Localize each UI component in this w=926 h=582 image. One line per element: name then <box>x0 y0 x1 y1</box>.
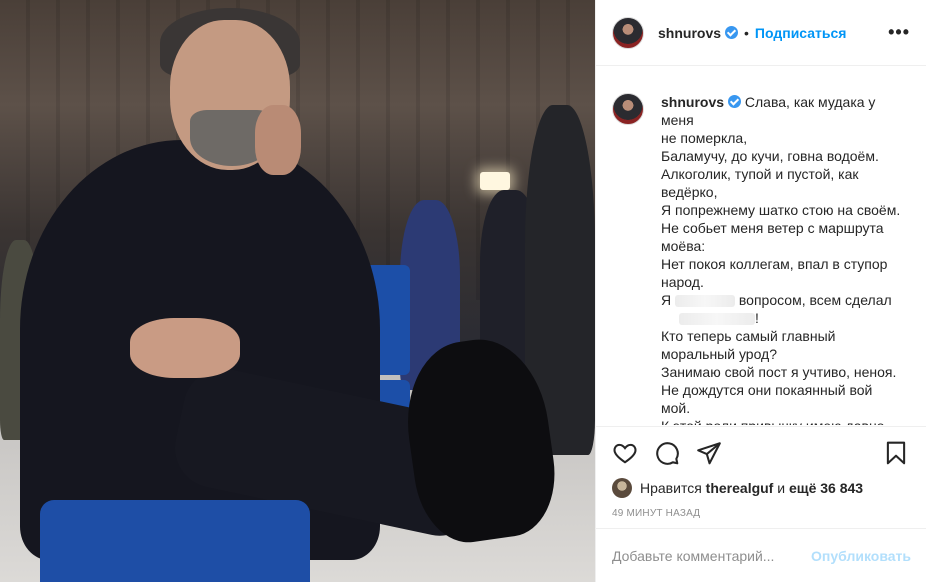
caption-line: К этой роли привычку имею давно <box>661 417 911 425</box>
publish-button[interactable]: Опубликовать <box>811 548 911 564</box>
bookmark-icon[interactable] <box>883 440 911 468</box>
photo-light <box>480 172 510 190</box>
comment-input[interactable]: Добавьте комментарий... <box>612 548 774 564</box>
comment-bar: Добавьте комментарий... Опубликовать <box>596 528 926 582</box>
photo-person-hand <box>130 318 240 378</box>
caption-line-text: вопросом, всем сделал <box>738 292 892 308</box>
caption-line: моёва: <box>661 238 706 254</box>
liker-username[interactable]: therealguf <box>706 480 774 496</box>
caption-line: shnurovs Слава, как мудака у меня <box>661 93 911 129</box>
caption-line: Я попрежнему шатко стою на своём. <box>661 202 901 218</box>
likes-mid: и <box>777 480 786 496</box>
caption-line-text: ! <box>755 310 759 326</box>
caption-text: shnurovs Слава, как мудака у меня не пом… <box>661 93 911 425</box>
caption-line: Я вопросом, всем сделал <box>661 291 911 309</box>
caption-line-text: Я <box>661 292 672 308</box>
verified-badge-icon <box>725 26 739 39</box>
avatar[interactable] <box>612 93 644 125</box>
liker-avatar[interactable] <box>612 478 632 498</box>
censored-blur <box>675 295 736 308</box>
caption-line: ведёрко, <box>661 184 718 200</box>
comment-icon[interactable] <box>654 440 682 468</box>
more-icon[interactable]: ••• <box>888 22 910 43</box>
censored-blur <box>679 313 755 326</box>
caption-line: мой. <box>661 400 691 416</box>
caption-line: Баламучу, до кучи, говна водоём. <box>661 148 879 164</box>
heart-icon[interactable] <box>612 440 640 468</box>
caption-line: моральный урод? <box>661 346 778 362</box>
caption: shnurovs Слава, как мудака у меня не пом… <box>596 67 926 425</box>
caption-line: Не собьет меня ветер с маршрута <box>661 220 884 236</box>
caption-line: народ. <box>661 274 704 290</box>
separator-dot: • <box>744 24 749 41</box>
post-side-panel: shnurovs • Подписаться ••• shnurovs Слав… <box>595 0 926 582</box>
avatar[interactable] <box>612 16 644 49</box>
follow-button[interactable]: Подписаться <box>755 25 847 41</box>
username-link[interactable]: shnurovs <box>658 25 721 41</box>
caption-line: Занимаю свой пост я учтиво, неноя. <box>661 364 897 380</box>
caption-line: Алкоголик, тупой и пустой, как <box>661 166 859 182</box>
caption-line: не померкла, <box>661 130 748 146</box>
caption-line: Нет покоя коллегам, впал в ступор <box>661 256 888 272</box>
caption-line: ! <box>661 309 911 327</box>
caption-line: Кто теперь самый главный <box>661 328 836 344</box>
likes-count-link[interactable]: ещё 36 843 <box>789 480 863 496</box>
post-timestamp[interactable]: 49 минут назад <box>612 508 911 519</box>
caption-username[interactable]: shnurovs <box>661 94 724 110</box>
likes-prefix: Нравится <box>640 480 702 496</box>
photo-seat <box>40 500 310 582</box>
verified-badge-icon <box>728 95 742 108</box>
share-icon[interactable] <box>696 440 724 468</box>
action-icons <box>612 437 911 471</box>
likes-summary: Нравится therealguf и ещё 36 843 <box>612 478 911 498</box>
post-photo[interactable] <box>0 0 595 582</box>
photo-person-phone-hand <box>255 105 301 175</box>
post-header: shnurovs • Подписаться ••• <box>596 0 926 66</box>
caption-line: Не дождутся они покаянный вой <box>661 382 873 398</box>
